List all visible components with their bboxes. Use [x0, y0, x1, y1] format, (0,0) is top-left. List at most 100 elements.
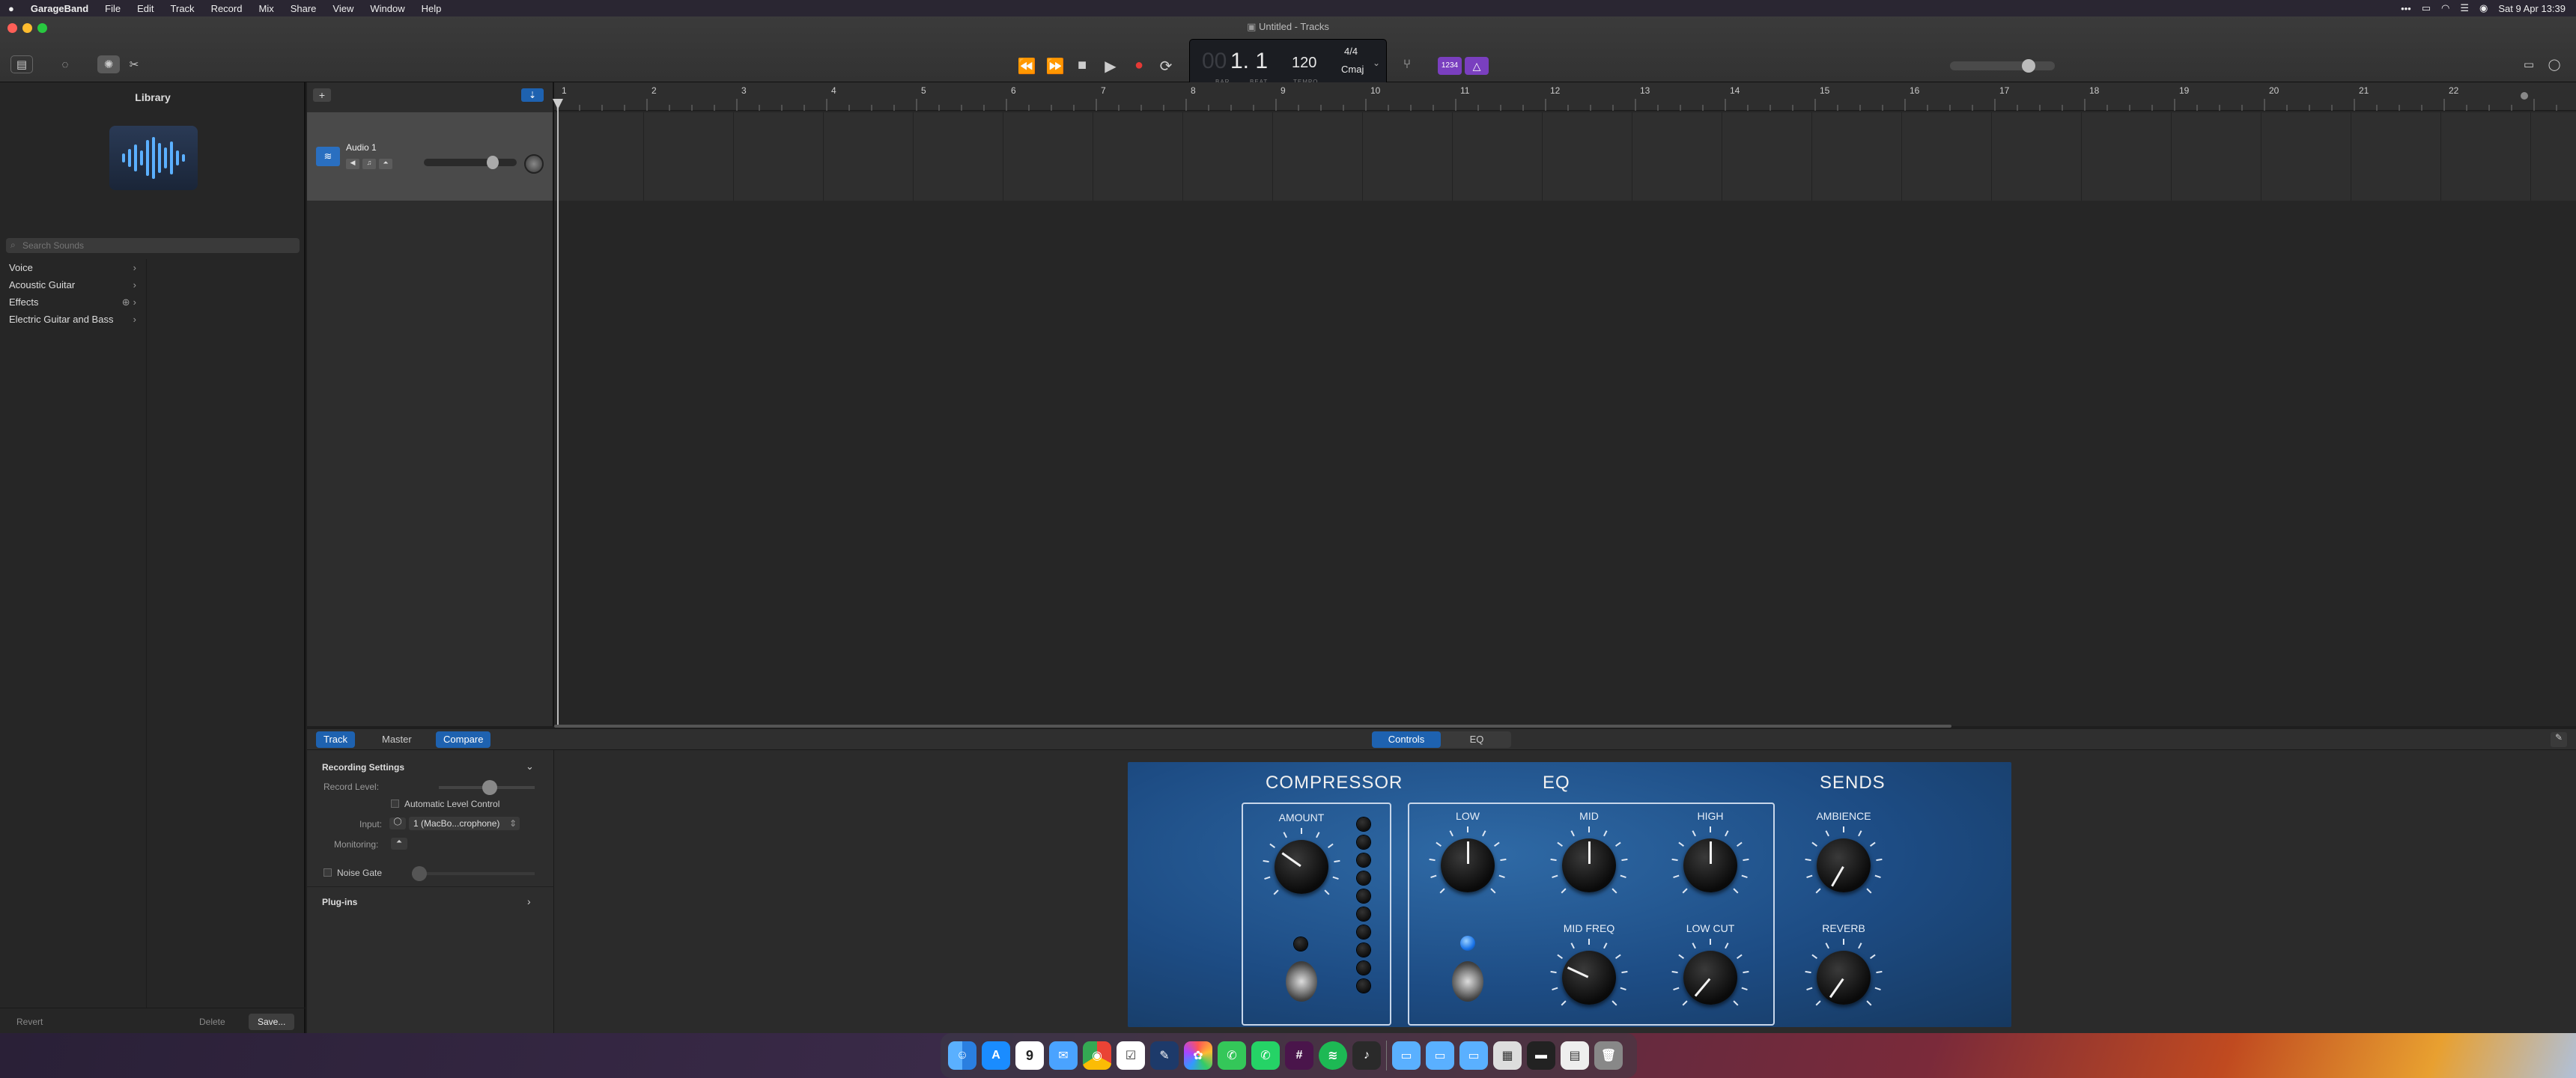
control-center-icon[interactable]: ☰: [2460, 2, 2469, 14]
mail-icon[interactable]: ✉: [1049, 1041, 1078, 1070]
screen-mirroring-icon[interactable]: ▭: [2422, 2, 2431, 14]
master-volume-slider[interactable]: [1950, 59, 2055, 73]
tuner-icon[interactable]: ⑂: [1397, 57, 1417, 72]
window-thumbnail-icon[interactable]: ▤: [1561, 1041, 1589, 1070]
trash-icon[interactable]: 🗑: [1594, 1041, 1623, 1070]
record-icon[interactable]: ●: [1129, 57, 1149, 74]
rewind-icon[interactable]: ⏪: [1017, 57, 1036, 76]
loops-icon[interactable]: ◯: [2543, 55, 2566, 73]
zoom-slider[interactable]: [2521, 92, 2576, 100]
help-icon[interactable]: ◌: [54, 55, 76, 73]
delete-button[interactable]: Delete: [190, 1014, 234, 1029]
zoom-knob[interactable]: [2521, 92, 2528, 100]
mid-freq-knob[interactable]: [1550, 939, 1628, 1017]
search-sounds-field[interactable]: ⌕: [6, 238, 300, 253]
chevron-down-icon[interactable]: ⌄: [526, 761, 534, 773]
horizontal-scrollbar[interactable]: [554, 725, 1951, 728]
download-icon[interactable]: ⊕: [122, 296, 130, 308]
slack-icon[interactable]: #: [1285, 1041, 1313, 1070]
tab-controls[interactable]: Controls: [1372, 731, 1441, 748]
wifi-icon[interactable]: ◠: [2441, 2, 2449, 14]
fast-forward-icon[interactable]: ⏩: [1045, 57, 1065, 76]
high-knob[interactable]: [1671, 826, 1749, 904]
menu-clock[interactable]: Sat 9 Apr 13:39: [2498, 3, 2566, 14]
master-volume-knob[interactable]: [2022, 59, 2035, 73]
noise-gate-slider[interactable]: [412, 866, 535, 881]
menu-mix[interactable]: Mix: [250, 3, 282, 14]
mid-knob[interactable]: [1550, 826, 1628, 904]
cycle-icon[interactable]: ⟳: [1156, 57, 1176, 76]
plugins-title[interactable]: Plug-ins: [322, 897, 357, 907]
mute-icon[interactable]: ◀: [346, 159, 359, 169]
noise-gate-checkbox[interactable]: [323, 868, 332, 877]
monitoring-icon[interactable]: ⏶: [391, 838, 407, 850]
messages-icon[interactable]: ✆: [1218, 1041, 1246, 1070]
calendar-icon[interactable]: 9: [1015, 1041, 1044, 1070]
stop-icon[interactable]: ■: [1072, 57, 1092, 74]
folder-icon[interactable]: ▭: [1459, 1041, 1488, 1070]
chrome-icon[interactable]: ◉: [1083, 1041, 1111, 1070]
lcd-key[interactable]: Cmaj: [1341, 64, 1364, 75]
eq-toggle-switch[interactable]: [1452, 961, 1483, 1002]
amount-knob[interactable]: [1263, 828, 1340, 906]
track-name[interactable]: Audio 1: [346, 142, 377, 153]
smart-controls-icon[interactable]: ✺: [97, 55, 120, 73]
menu-view[interactable]: View: [324, 3, 362, 14]
pan-knob[interactable]: [524, 154, 544, 174]
ruler[interactable]: 1 2 3 4 5 6 7 8 9 10 11 12 13 14 15 16 1…: [554, 82, 2576, 111]
menu-record[interactable]: Record: [203, 3, 251, 14]
menu-edit[interactable]: Edit: [129, 3, 162, 14]
reminders-icon[interactable]: ☑: [1117, 1041, 1145, 1070]
track-filter-icon[interactable]: ⇣: [521, 88, 544, 102]
tab-track[interactable]: Track: [316, 731, 356, 748]
lcd-signature[interactable]: 4/4: [1344, 46, 1358, 57]
compressor-toggle-switch[interactable]: [1286, 961, 1317, 1002]
auto-level-checkbox[interactable]: [391, 800, 399, 808]
menu-help[interactable]: Help: [413, 3, 450, 14]
siri-icon[interactable]: ◉: [2479, 2, 2488, 14]
menu-window[interactable]: Window: [362, 3, 413, 14]
library-item-acoustic-guitar[interactable]: Acoustic Guitar ›: [9, 279, 136, 290]
scissors-icon[interactable]: ✂: [123, 55, 145, 73]
noise-gate-knob[interactable]: [412, 866, 427, 881]
inspector-icon[interactable]: ✎: [2551, 732, 2567, 747]
tab-master[interactable]: Master: [374, 731, 419, 748]
record-level-slider[interactable]: [439, 780, 535, 795]
notepad-icon[interactable]: ▭: [2518, 55, 2540, 73]
chevron-right-icon[interactable]: ›: [527, 895, 531, 907]
low-knob[interactable]: [1429, 826, 1507, 904]
count-in-button[interactable]: 1234: [1438, 57, 1462, 75]
ambience-knob[interactable]: [1805, 826, 1883, 904]
tab-eq[interactable]: EQ: [1442, 731, 1511, 748]
tab-compare[interactable]: Compare: [436, 731, 491, 748]
search-sounds-input[interactable]: [22, 239, 292, 252]
finder-icon[interactable]: ☺: [948, 1041, 976, 1070]
whatsapp-icon[interactable]: ✆: [1251, 1041, 1280, 1070]
menu-share[interactable]: Share: [282, 3, 325, 14]
app-store-icon[interactable]: A: [982, 1041, 1010, 1070]
record-level-knob[interactable]: [482, 780, 497, 795]
garageband-icon[interactable]: ♪: [1352, 1041, 1381, 1070]
playhead[interactable]: [557, 102, 559, 725]
track-volume-knob[interactable]: [487, 156, 499, 169]
folder-icon[interactable]: ▭: [1392, 1041, 1421, 1070]
apple-menu-icon[interactable]: ●: [0, 3, 22, 14]
library-item-effects[interactable]: Effects › ⊕: [9, 296, 136, 308]
notes-icon[interactable]: ✎: [1150, 1041, 1179, 1070]
window-thumbnail-icon[interactable]: ▦: [1493, 1041, 1522, 1070]
solo-headphones-icon[interactable]: ♫: [362, 159, 376, 169]
reverb-knob[interactable]: [1805, 939, 1883, 1017]
window-thumbnail-icon[interactable]: ▬: [1527, 1041, 1555, 1070]
lcd-tempo[interactable]: 120: [1292, 55, 1316, 72]
menu-track[interactable]: Track: [162, 3, 203, 14]
revert-button[interactable]: Revert: [7, 1014, 52, 1029]
save-button[interactable]: Save...: [249, 1014, 295, 1030]
folder-icon[interactable]: ▭: [1426, 1041, 1454, 1070]
photos-icon[interactable]: ✿: [1184, 1041, 1212, 1070]
low-cut-knob[interactable]: [1671, 939, 1749, 1017]
library-item-electric-guitar-and-bass[interactable]: Electric Guitar and Bass ›: [9, 314, 136, 325]
track-volume-slider[interactable]: [424, 156, 517, 169]
input-format-icon[interactable]: ◯: [389, 817, 406, 829]
tracks-area[interactable]: 1 2 3 4 5 6 7 8 9 10 11 12 13 14 15 16 1…: [553, 82, 2576, 728]
library-icon[interactable]: ▤: [10, 55, 33, 73]
